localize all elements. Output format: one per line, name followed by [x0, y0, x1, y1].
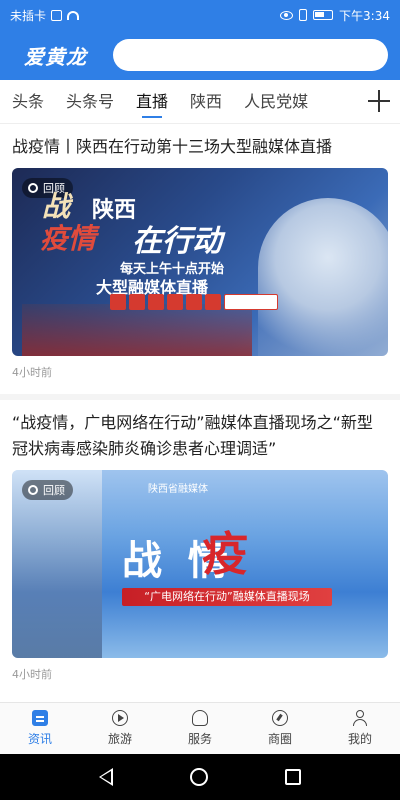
- thumb-headline: 陕西: [92, 198, 137, 223]
- status-right: 下午3:34: [280, 7, 390, 24]
- eye-comfort-icon: [280, 10, 294, 20]
- thumb-brush-text: 疫情: [40, 222, 97, 255]
- nav-item-business[interactable]: 商圈: [240, 703, 320, 754]
- channel-tabs: 头条 头条号 直播 陕西 人民党媒: [0, 80, 400, 124]
- replay-icon: [28, 485, 38, 495]
- thumb-headline: 在行动: [132, 224, 222, 259]
- thumb-banner: “广电网络在行动”融媒体直播现场: [122, 588, 332, 606]
- nav-label: 我的: [347, 732, 372, 746]
- recent-apps-icon[interactable]: [285, 769, 302, 785]
- carrier-text: 未插卡: [10, 8, 47, 23]
- partner-logo-icon: [110, 294, 126, 310]
- app-logo: 爱黄龙: [24, 44, 87, 69]
- partner-logo-icon: [224, 294, 278, 310]
- tab-live[interactable]: 直播: [136, 80, 168, 124]
- partner-logo-icon: [129, 294, 145, 310]
- article-title[interactable]: “战疫情，广电网络在行动”融媒体直播现场之“新型冠状病毒感染肺炎确诊患者心理调适…: [12, 410, 388, 462]
- service-icon: [192, 710, 208, 726]
- partner-logo-icon: [186, 294, 202, 310]
- news-feed[interactable]: 战疫情丨陕西在行动第十三场大型融媒体直播 回顾 战 疫情 陕西 在行动 每天上午…: [0, 124, 400, 702]
- nav-label: 商圈: [267, 732, 292, 746]
- replay-icon: [28, 183, 38, 193]
- status-bar: 未插卡 下午3:34: [0, 0, 400, 30]
- partner-logo-icon: [148, 294, 164, 310]
- replay-badge: 回顾: [22, 480, 73, 500]
- bottom-nav: 资讯 旅游 服务 商圈 我的: [0, 702, 400, 754]
- nav-item-service[interactable]: 服务: [160, 703, 240, 754]
- article-time: 4小时前: [12, 668, 52, 681]
- article-card[interactable]: 战疫情丨陕西在行动第十三场大型融媒体直播 回顾 战 疫情 陕西 在行动 每天上午…: [0, 124, 400, 400]
- nav-label: 旅游: [107, 732, 132, 746]
- battery-icon: [313, 10, 334, 20]
- article-title[interactable]: 战疫情丨陕西在行动第十三场大型融媒体直播: [12, 134, 388, 160]
- search-input[interactable]: [113, 39, 388, 71]
- system-nav-bar: [0, 754, 400, 800]
- clock-text: 下午3:34: [339, 8, 390, 23]
- app-header: 爱黄龙: [0, 30, 400, 80]
- nav-item-profile[interactable]: 我的: [320, 703, 400, 754]
- compass-icon: [272, 710, 288, 726]
- article-thumbnail[interactable]: 回顾 战 疫情 陕西 在行动 每天上午十点开始 大型融媒体直播: [12, 168, 388, 356]
- back-icon[interactable]: [98, 768, 113, 786]
- thumb-brush-text: 战: [42, 190, 71, 223]
- thumb-subline: 陕西省融媒体: [148, 484, 208, 495]
- wifi-icon: [67, 10, 80, 20]
- tab-party-media[interactable]: 人民党媒: [244, 80, 308, 124]
- tab-shaanxi[interactable]: 陕西: [190, 80, 222, 124]
- sim-icon: [51, 9, 63, 21]
- article-thumbnail[interactable]: 陕西省融媒体 回顾 战 情 疫 “广电网络在行动”融媒体直播现场: [12, 470, 388, 658]
- article-time: 4小时前: [12, 366, 52, 379]
- crowd-image: [22, 304, 252, 356]
- medic-image: [258, 198, 388, 356]
- thumb-headline-red: 疫: [202, 527, 248, 581]
- tab-toutiaohao[interactable]: 头条号: [66, 80, 114, 124]
- status-left: 未插卡: [10, 7, 80, 24]
- home-icon[interactable]: [189, 768, 208, 786]
- partner-logos: [110, 294, 278, 310]
- nav-item-news[interactable]: 资讯: [0, 703, 80, 754]
- vibrate-icon: [299, 9, 308, 21]
- partner-logo-icon: [205, 294, 221, 310]
- tab-toutiao[interactable]: 头条: [12, 80, 44, 124]
- add-channel-icon[interactable]: [366, 88, 392, 114]
- article-card[interactable]: “战疫情，广电网络在行动”融媒体直播现场之“新型冠状病毒感染肺炎确诊患者心理调适…: [0, 400, 400, 696]
- user-icon: [352, 710, 368, 726]
- news-icon: [32, 710, 48, 726]
- partner-logo-icon: [167, 294, 183, 310]
- nav-item-travel[interactable]: 旅游: [80, 703, 160, 754]
- travel-icon: [112, 710, 128, 726]
- nav-label: 服务: [187, 732, 212, 746]
- replay-label: 回顾: [43, 484, 65, 497]
- nav-label: 资讯: [27, 732, 52, 746]
